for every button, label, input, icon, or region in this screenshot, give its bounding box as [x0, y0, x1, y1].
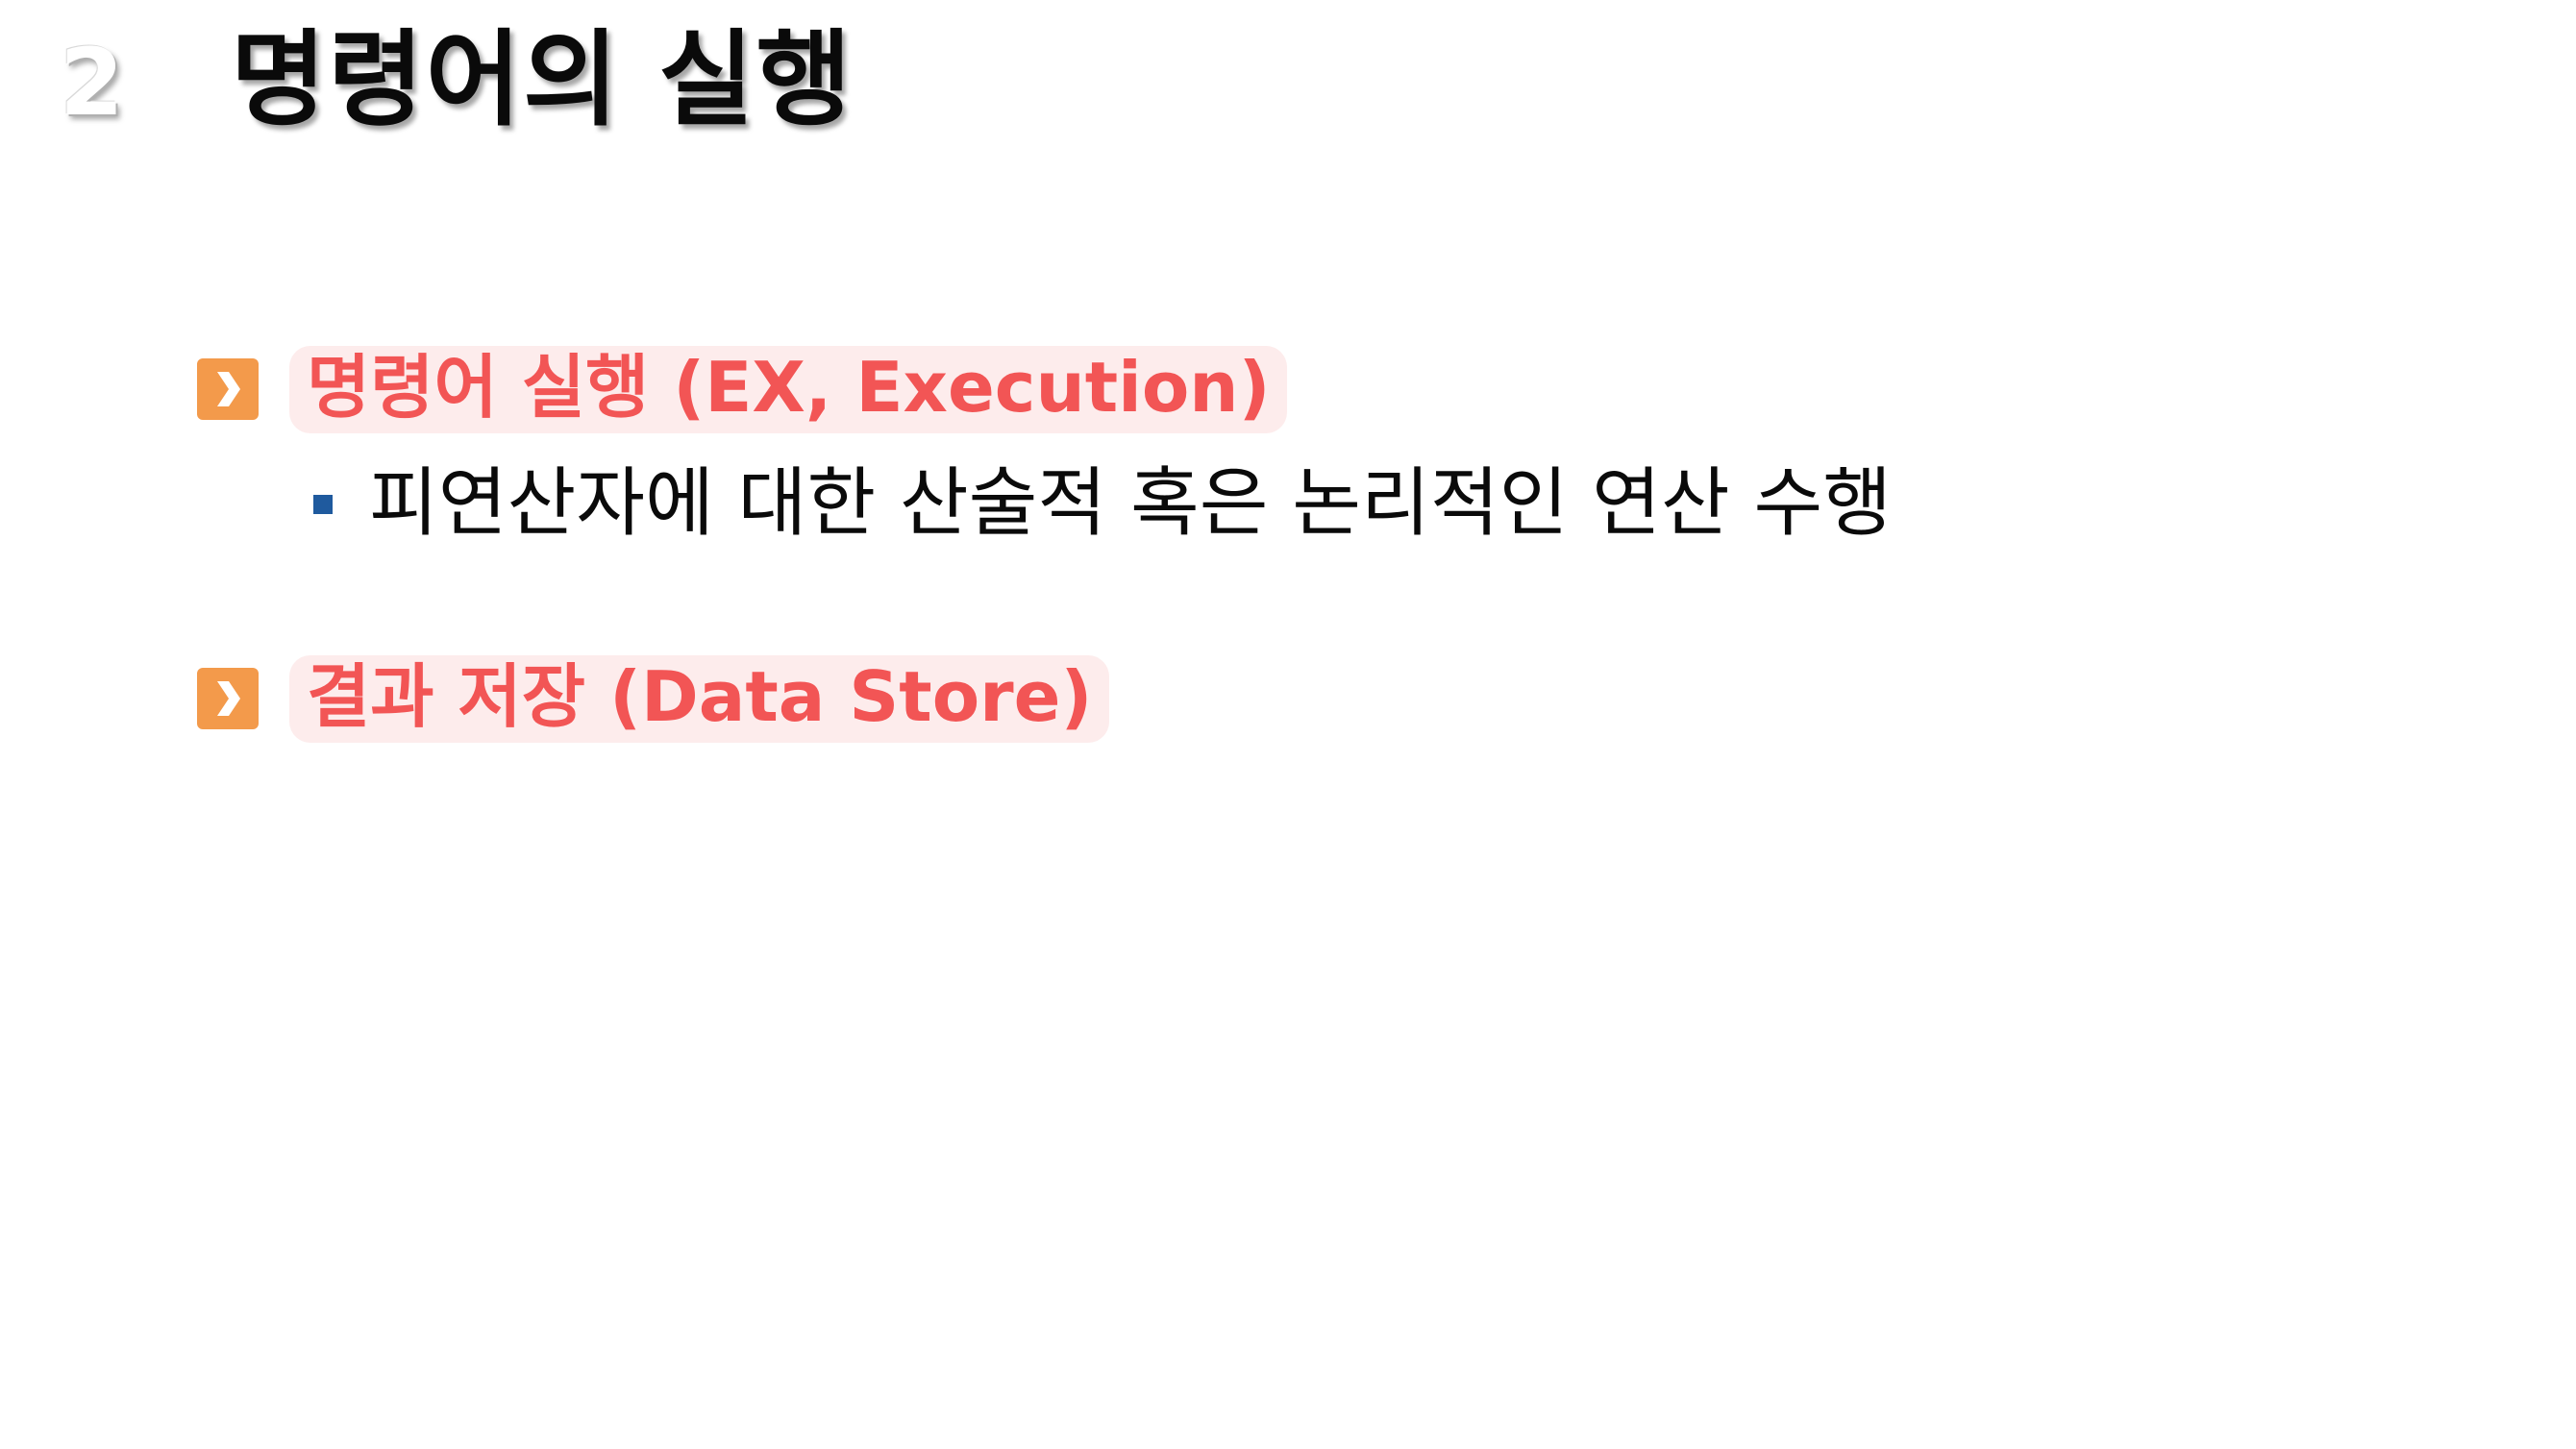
bullet-text: 피연산자에 대한 산술적 혹은 논리적인 연산 수행	[369, 460, 1892, 547]
chevron-right-icon	[197, 668, 259, 730]
section-heading: 명령어 실행 (EX, Execution)	[289, 346, 1288, 433]
section-heading: 결과 저장 (Data Store)	[289, 655, 1110, 743]
chevron-right-icon	[197, 358, 259, 421]
section-execution: 명령어 실행 (EX, Execution)	[197, 346, 1288, 433]
list-item: 피연산자에 대한 산술적 혹은 논리적인 연산 수행	[313, 460, 1892, 548]
page-title: 명령어의 실행	[231, 20, 854, 140]
slide-number: 2	[60, 29, 124, 136]
section-data-store: 결과 저장 (Data Store)	[197, 655, 1110, 743]
square-bullet-icon	[313, 494, 333, 514]
